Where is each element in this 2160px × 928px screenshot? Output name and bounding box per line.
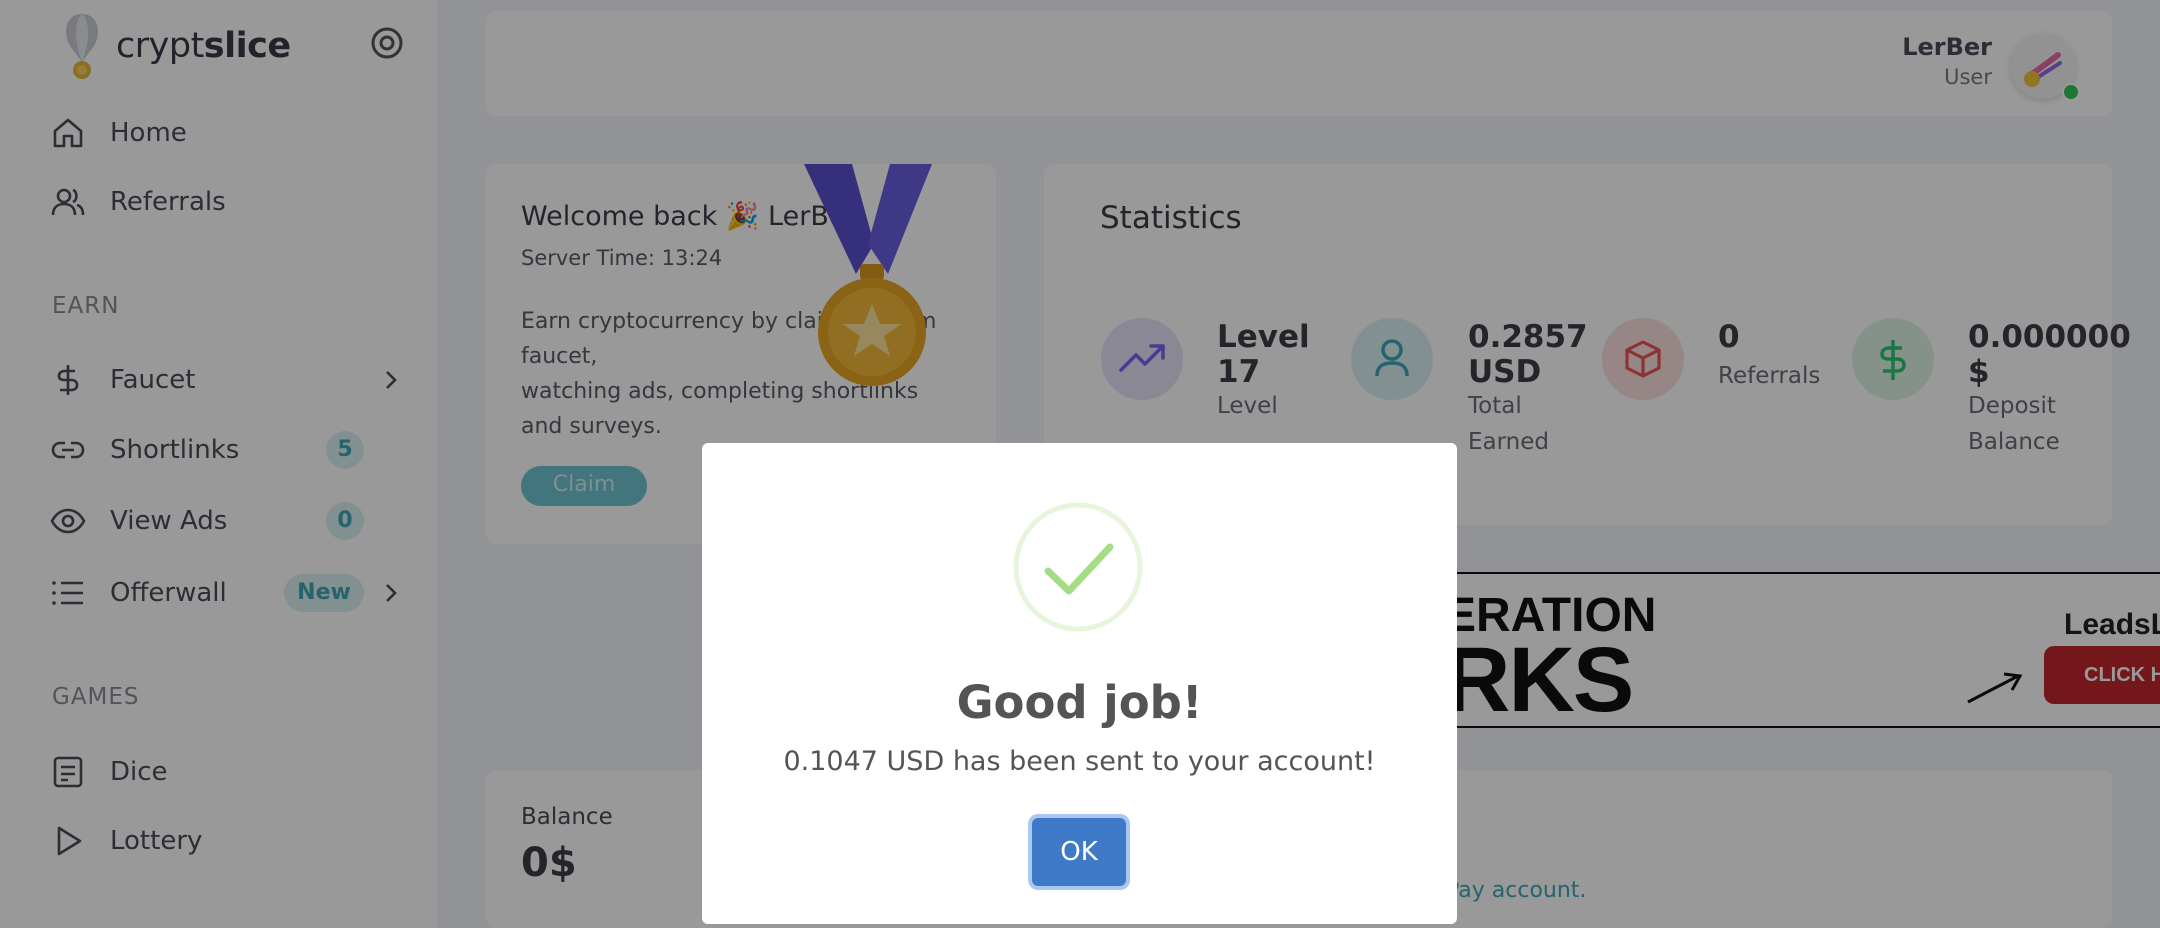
- success-dialog: Good job! 0.1047 USD has been sent to yo…: [702, 443, 1457, 924]
- ok-button[interactable]: OK: [1032, 818, 1126, 886]
- dialog-title: Good job!: [956, 676, 1203, 729]
- dialog-message: 0.1047 USD has been sent to your account…: [783, 746, 1376, 777]
- success-check-icon: [1013, 502, 1143, 632]
